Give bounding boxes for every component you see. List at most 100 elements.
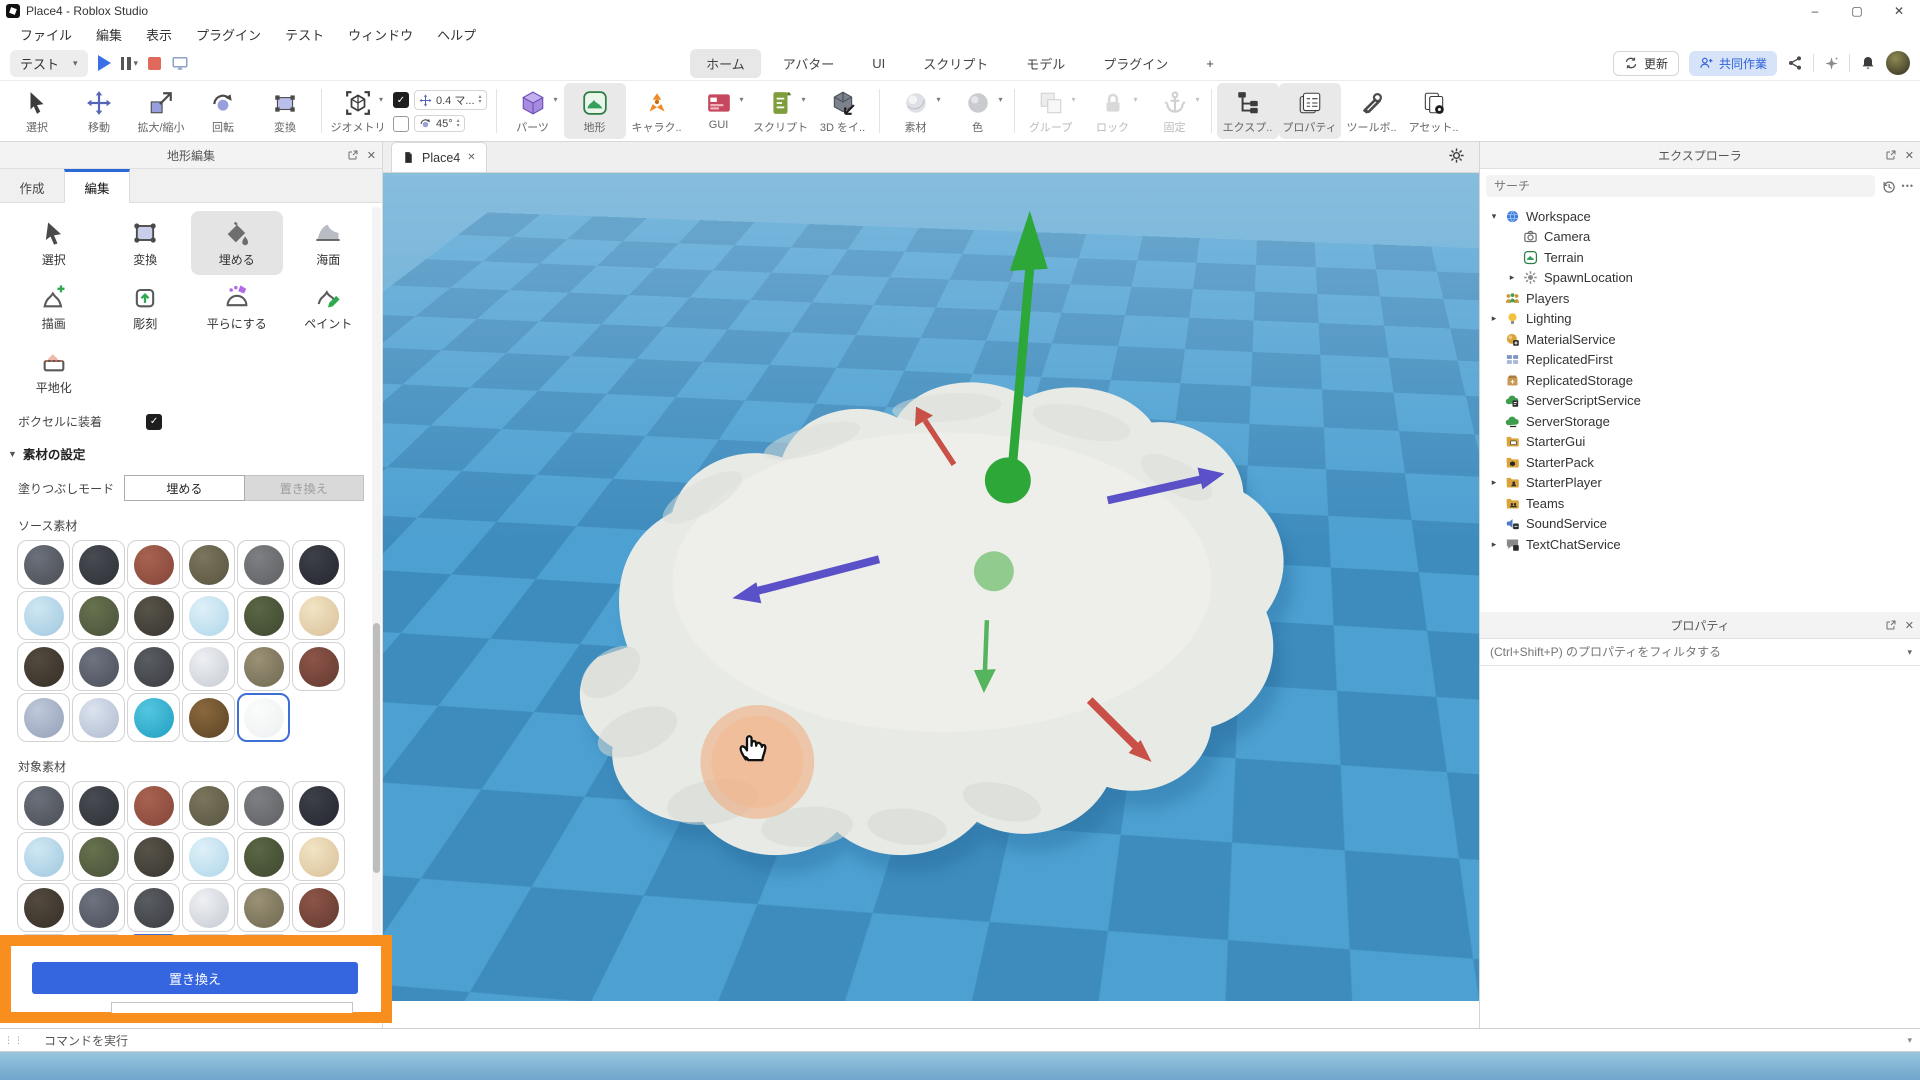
ribbon-tab-5[interactable]: プラグイン xyxy=(1087,49,1184,78)
properties-filter-input[interactable] xyxy=(1488,644,1901,660)
material-ice[interactable] xyxy=(182,591,235,640)
ribbon-tab-2[interactable]: UI xyxy=(856,51,901,76)
color-button[interactable]: ▾色 xyxy=(947,83,1009,139)
drag-handle[interactable]: ⋮⋮ xyxy=(4,1035,18,1046)
close-button[interactable]: ✕ xyxy=(1878,0,1920,22)
history-icon[interactable] xyxy=(1881,179,1896,194)
material-grass[interactable] xyxy=(72,591,125,640)
material-salt[interactable] xyxy=(182,642,235,691)
tree-item-lighting[interactable]: ▸Lighting xyxy=(1480,309,1920,330)
menu-item-6[interactable]: ヘルプ xyxy=(425,22,488,47)
tree-item-replicatedstorage[interactable]: ReplicatedStorage xyxy=(1480,370,1920,391)
material-rock[interactable] xyxy=(127,883,180,932)
tree-item-materialservice[interactable]: MaterialService xyxy=(1480,329,1920,350)
expander-closed-icon[interactable]: ▸ xyxy=(1506,272,1518,283)
material-asphalt[interactable] xyxy=(17,781,70,830)
replace-button[interactable]: 置き換え xyxy=(32,962,358,994)
snap_rotate-checkbox[interactable] xyxy=(393,116,409,132)
material-water[interactable] xyxy=(127,693,180,742)
command-input[interactable]: コマンドを実行 xyxy=(44,1032,1907,1049)
expander-closed-icon[interactable]: ▸ xyxy=(1488,539,1500,550)
material-snow[interactable] xyxy=(72,693,125,742)
material-leafy-grass[interactable] xyxy=(237,832,290,881)
fill-bucket-tool[interactable]: 埋める xyxy=(191,211,283,275)
close-tab-icon[interactable]: ✕ xyxy=(467,152,475,163)
tree-item-terrain[interactable]: Terrain xyxy=(1480,247,1920,268)
cursor-button[interactable]: 選択 xyxy=(6,83,68,139)
material-brick[interactable] xyxy=(127,781,180,830)
material-cobblestone[interactable] xyxy=(182,781,235,830)
material-basalt[interactable] xyxy=(72,781,125,830)
update-button[interactable]: 更新 xyxy=(1613,51,1679,76)
material-grass[interactable] xyxy=(72,832,125,881)
minimize-button[interactable]: – xyxy=(1794,0,1836,22)
ribbon-tab-3[interactable]: スクリプト xyxy=(907,49,1004,78)
material-sand[interactable] xyxy=(237,642,290,691)
ribbon-tab-4[interactable]: モデル xyxy=(1010,49,1081,78)
more-options-icon[interactable]: ••• xyxy=(1902,181,1914,191)
place-document-tab[interactable]: Place4 ✕ xyxy=(391,142,487,172)
material-sandstone[interactable] xyxy=(292,642,345,691)
draw-tool[interactable]: 描画 xyxy=(8,275,100,339)
tree-item-soundservice[interactable]: SoundService xyxy=(1480,514,1920,535)
fill-mode-option-1[interactable]: 置き換え xyxy=(245,475,364,501)
material-slate[interactable] xyxy=(17,693,70,742)
explorer-search-input[interactable] xyxy=(1486,175,1875,197)
share-icon[interactable] xyxy=(1787,55,1803,71)
expander-closed-icon[interactable]: ▸ xyxy=(1488,477,1500,488)
tree-item-serverstorage[interactable]: ServerStorage xyxy=(1480,411,1920,432)
transform-box-tool[interactable]: 変換 xyxy=(100,211,192,275)
material-ice[interactable] xyxy=(182,832,235,881)
tree-item-startergui[interactable]: StarterGui xyxy=(1480,432,1920,453)
material-concrete[interactable] xyxy=(237,781,290,830)
material-pavement[interactable] xyxy=(72,883,125,932)
stepper-icon[interactable]: ▴▾ xyxy=(457,119,460,129)
smooth-tool[interactable]: 平らにする xyxy=(191,275,283,339)
material-cobblestone[interactable] xyxy=(182,540,235,589)
menu-item-1[interactable]: 編集 xyxy=(84,22,134,47)
3d-viewport[interactable] xyxy=(383,173,1479,1001)
part-button[interactable]: ▾パーツ xyxy=(502,83,564,139)
tree-item-spawnlocation[interactable]: ▸SpawnLocation xyxy=(1480,268,1920,289)
popout-icon[interactable] xyxy=(1885,149,1897,161)
tree-item-serverscriptservice[interactable]: ServerScriptService xyxy=(1480,391,1920,412)
material-limestone[interactable] xyxy=(292,591,345,640)
stepper-icon[interactable]: ▴▾ xyxy=(479,95,482,105)
geometry-button[interactable]: ▾ジオメトリ xyxy=(327,83,389,139)
gui-button[interactable]: ▾GUI xyxy=(688,83,750,139)
viewport-settings-gear-icon[interactable] xyxy=(1448,147,1465,164)
ribbon-tab-1[interactable]: アバター xyxy=(767,49,850,78)
scale-button[interactable]: 拡大/縮小 xyxy=(130,83,192,139)
close-panel-icon[interactable]: ✕ xyxy=(1905,149,1914,162)
chevron-down-icon[interactable]: ▾ xyxy=(1907,1035,1912,1046)
maximize-button[interactable]: ▢ xyxy=(1836,0,1878,22)
flatten-tool[interactable]: 平地化 xyxy=(8,339,100,403)
material-glacier[interactable] xyxy=(17,832,70,881)
terrain-tab-0[interactable]: 作成 xyxy=(0,169,64,202)
material-ground[interactable] xyxy=(127,591,180,640)
toolbox-button[interactable]: ツールボ.. xyxy=(1341,83,1403,139)
tree-item-camera[interactable]: Camera xyxy=(1480,227,1920,248)
popout-icon[interactable] xyxy=(1885,619,1897,631)
tree-item-players[interactable]: Players xyxy=(1480,288,1920,309)
material-button[interactable]: ▾素材 xyxy=(885,83,947,139)
import3d-button[interactable]: 3D をイ.. xyxy=(812,83,874,139)
scrollbar-track[interactable] xyxy=(372,207,381,1024)
menu-item-0[interactable]: ファイル xyxy=(8,22,84,47)
tree-item-starterplayer[interactable]: ▸StarterPlayer xyxy=(1480,473,1920,494)
collaborate-button[interactable]: 共同作業 xyxy=(1689,51,1777,76)
material-asphalt[interactable] xyxy=(17,540,70,589)
material-rock[interactable] xyxy=(127,642,180,691)
snap_move-checkbox[interactable]: ✓ xyxy=(393,92,409,108)
menu-item-4[interactable]: テスト xyxy=(273,22,336,47)
pause-button[interactable]: ▾ xyxy=(121,57,139,70)
material-limestone[interactable] xyxy=(292,832,345,881)
material-glacier[interactable] xyxy=(17,591,70,640)
tree-item-workspace[interactable]: ▾Workspace xyxy=(1480,206,1920,227)
material-pavement[interactable] xyxy=(72,642,125,691)
play-button[interactable] xyxy=(98,55,111,71)
expander-closed-icon[interactable]: ▸ xyxy=(1488,313,1500,324)
material-cracked-lava[interactable] xyxy=(292,540,345,589)
ribbon-tab-0[interactable]: ホーム xyxy=(690,49,761,78)
menu-item-5[interactable]: ウィンドウ xyxy=(336,22,425,47)
